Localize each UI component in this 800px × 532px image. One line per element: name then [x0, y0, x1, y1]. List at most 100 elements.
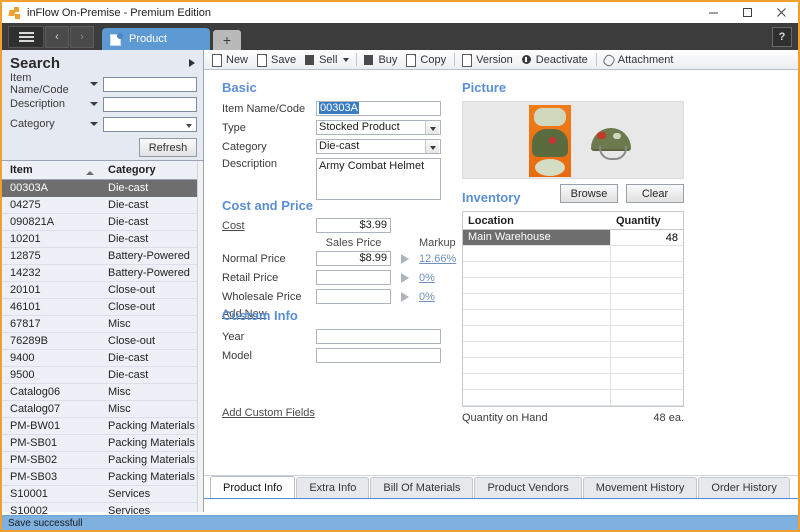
- item-list-row[interactable]: PM-SB03 Packing Materials: [2, 469, 203, 486]
- inventory-row[interactable]: [463, 278, 683, 294]
- bottom-tab-order-history[interactable]: Order History: [698, 477, 790, 498]
- collapse-arrow-icon[interactable]: [189, 59, 195, 67]
- item-list-scrollbar[interactable]: [197, 161, 203, 512]
- status-bar: Save successfull: [2, 515, 798, 530]
- column-header-category[interactable]: Category: [102, 164, 203, 176]
- item-list-row[interactable]: Catalog07 Misc: [2, 401, 203, 418]
- price-row-input[interactable]: [316, 289, 391, 304]
- input-cost[interactable]: $3.99: [316, 218, 391, 233]
- chevron-down-icon[interactable]: [90, 122, 98, 126]
- inventory-row[interactable]: [463, 342, 683, 358]
- refresh-button[interactable]: Refresh: [139, 138, 197, 157]
- item-list-cell-item: 10201: [10, 233, 41, 245]
- item-list-row[interactable]: 14232 Battery-Powered: [2, 265, 203, 282]
- item-list-cell-category: Packing Materials: [108, 454, 195, 466]
- field-type: Type Stocked Product: [222, 120, 452, 135]
- bottom-tab-product-vendors[interactable]: Product Vendors: [474, 477, 582, 498]
- inventory-row[interactable]: [463, 294, 683, 310]
- item-list-row[interactable]: 46101 Close-out: [2, 299, 203, 316]
- price-row-markup[interactable]: 0%: [419, 272, 435, 284]
- combo-category[interactable]: Die-cast: [316, 139, 441, 154]
- toolbar-button-save[interactable]: Save: [253, 51, 301, 68]
- chevron-down-icon[interactable]: [90, 82, 98, 86]
- add-custom-fields-link[interactable]: Add Custom Fields: [222, 407, 462, 419]
- item-list-row[interactable]: PM-BW01 Packing Materials: [2, 418, 203, 435]
- minimize-button[interactable]: [696, 2, 730, 23]
- item-list-row[interactable]: 9500 Die-cast: [2, 367, 203, 384]
- help-button[interactable]: ?: [772, 27, 792, 47]
- item-list-row[interactable]: Catalog06 Misc: [2, 384, 203, 401]
- search-combo-category[interactable]: [103, 116, 197, 132]
- item-list-row[interactable]: PM-SB02 Packing Materials: [2, 452, 203, 469]
- search-input-item-name[interactable]: [103, 76, 197, 92]
- item-list-cell-item: 9400: [10, 352, 35, 364]
- combo-type[interactable]: Stocked Product: [316, 120, 441, 135]
- toolbar-button-version[interactable]: Version: [458, 51, 518, 68]
- item-list-row[interactable]: 10201 Die-cast: [2, 231, 203, 248]
- back-button[interactable]: ‹: [45, 25, 69, 48]
- bottom-tab-bill-of-materials[interactable]: Bill Of Materials: [370, 477, 474, 498]
- item-list-row[interactable]: 04275 Die-cast: [2, 197, 203, 214]
- toolbar-button-deactivate[interactable]: Deactivate: [518, 51, 593, 68]
- input-item-name[interactable]: 00303A: [316, 101, 441, 116]
- bottom-tab-product-info[interactable]: Product Info: [210, 476, 296, 498]
- column-header-location[interactable]: Location: [463, 215, 611, 227]
- inventory-row[interactable]: [463, 374, 683, 390]
- price-row-input[interactable]: $8.99: [316, 251, 391, 266]
- item-list-row[interactable]: S10001 Services: [2, 486, 203, 503]
- action-toolbar: New Save Sell Buy Copy Version Deactivate Attac…: [204, 50, 798, 70]
- forward-button[interactable]: ›: [70, 25, 94, 48]
- inventory-row[interactable]: [463, 262, 683, 278]
- item-list-row[interactable]: 20101 Close-out: [2, 282, 203, 299]
- product-image[interactable]: [462, 101, 684, 179]
- basic-section-title: Basic: [222, 80, 257, 95]
- price-column-headers: Sales Price Markup: [222, 237, 462, 249]
- textarea-description[interactable]: Army Combat Helmet: [316, 158, 441, 200]
- maximize-button[interactable]: [730, 2, 764, 23]
- field-description: Description Army Combat Helmet: [222, 158, 452, 200]
- column-header-item[interactable]: Item: [2, 164, 102, 176]
- item-list-row[interactable]: 76289B Close-out: [2, 333, 203, 350]
- inventory-row[interactable]: Main Warehouse 48: [463, 230, 683, 246]
- input-year[interactable]: [316, 329, 441, 344]
- bottom-tab-movement-history[interactable]: Movement History: [582, 477, 698, 498]
- tab-product[interactable]: Product: [102, 28, 210, 50]
- inventory-section-title: Inventory: [462, 190, 521, 205]
- column-header-quantity[interactable]: Quantity: [611, 215, 683, 227]
- toolbar-button-sell[interactable]: Sell: [301, 51, 342, 68]
- inventory-row[interactable]: [463, 246, 683, 262]
- item-list-row[interactable]: 9400 Die-cast: [2, 350, 203, 367]
- chevron-down-icon[interactable]: [343, 57, 350, 62]
- apply-price-arrow-icon[interactable]: [401, 272, 409, 283]
- hamburger-icon[interactable]: [8, 25, 44, 48]
- nav-group: ‹ ›: [2, 23, 95, 50]
- toolbar-button-new[interactable]: New: [208, 51, 253, 68]
- item-list-row[interactable]: PM-SB01 Packing Materials: [2, 435, 203, 452]
- item-list-row[interactable]: 67817 Misc: [2, 316, 203, 333]
- apply-price-arrow-icon[interactable]: [401, 253, 409, 264]
- inventory-row[interactable]: [463, 358, 683, 374]
- inventory-row[interactable]: [463, 390, 683, 406]
- toolbar-button-buy[interactable]: Buy: [360, 51, 402, 68]
- close-button[interactable]: [764, 2, 798, 23]
- new-tab-button[interactable]: +: [213, 30, 241, 50]
- item-list-row[interactable]: 090821A Die-cast: [2, 214, 203, 231]
- item-list-row[interactable]: 00303A Die-cast: [2, 180, 203, 197]
- field-cost: Cost $3.99: [222, 218, 462, 233]
- field-category: Category Die-cast: [222, 139, 452, 154]
- item-list-row[interactable]: 12875 Battery-Powered: [2, 248, 203, 265]
- apply-price-arrow-icon[interactable]: [401, 291, 409, 302]
- toolbar-button-copy[interactable]: Copy: [402, 51, 451, 68]
- chevron-down-icon[interactable]: [90, 102, 98, 106]
- search-input-description[interactable]: [103, 96, 197, 112]
- input-model[interactable]: [316, 348, 441, 363]
- inventory-row[interactable]: [463, 326, 683, 342]
- label-cost[interactable]: Cost: [222, 220, 316, 232]
- price-row-input[interactable]: [316, 270, 391, 285]
- bottom-tab-extra-info[interactable]: Extra Info: [296, 477, 370, 498]
- price-row-markup[interactable]: 12.66%: [419, 253, 456, 265]
- price-row-markup[interactable]: 0%: [419, 291, 435, 303]
- inventory-table-rows: Main Warehouse 48: [463, 230, 683, 406]
- inventory-row[interactable]: [463, 310, 683, 326]
- toolbar-button-attachment[interactable]: Attachment: [600, 51, 679, 68]
